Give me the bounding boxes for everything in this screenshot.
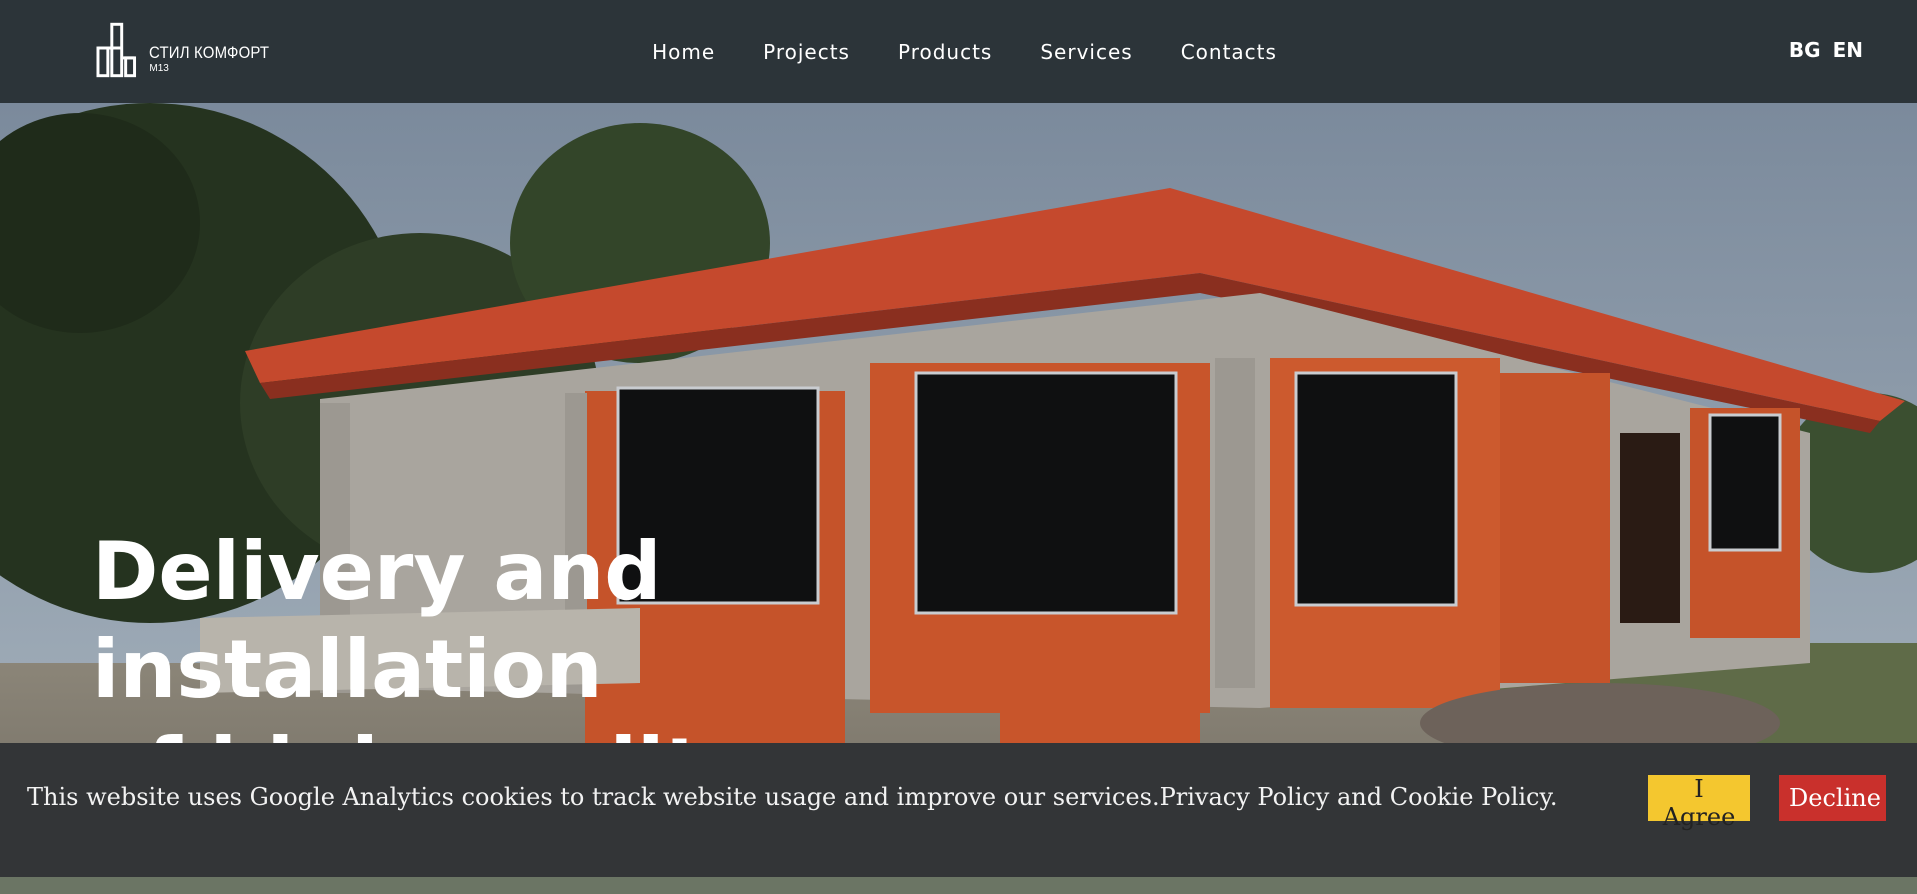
decline-button[interactable]: Decline (1779, 775, 1886, 821)
site-header: СТИЛ КОМФОРТ М13 Home Projects Products … (0, 0, 1917, 103)
hero-title-line-1: Delivery and installation (92, 525, 662, 716)
site-logo[interactable]: СТИЛ КОМФОРТ М13 (96, 20, 286, 80)
cookie-policy-link[interactable]: Privacy Policy and Cookie Policy. (1160, 783, 1558, 811)
lang-bg[interactable]: BG (1789, 38, 1821, 62)
cookie-consent-bar: This website uses Google Analytics cooki… (0, 743, 1917, 877)
lang-en[interactable]: EN (1833, 38, 1863, 62)
nav-projects[interactable]: Projects (763, 40, 850, 64)
brand-sub: М13 (149, 63, 169, 74)
building-logo-icon (96, 22, 137, 78)
main-nav: Home Projects Products Services Contacts (0, 0, 1917, 103)
language-switcher: BG EN (1789, 38, 1863, 62)
brand-name: СТИЛ КОМФОРТ (149, 43, 270, 62)
cookie-message: This website uses Google Analytics cooki… (27, 783, 1557, 811)
agree-button[interactable]: I Agree (1648, 775, 1750, 831)
hero-image-bottom-edge (0, 877, 1917, 894)
nav-contacts[interactable]: Contacts (1181, 40, 1277, 64)
nav-home[interactable]: Home (652, 40, 715, 64)
cookie-text: This website uses Google Analytics cooki… (27, 783, 1160, 811)
nav-products[interactable]: Products (898, 40, 992, 64)
nav-services[interactable]: Services (1040, 40, 1132, 64)
